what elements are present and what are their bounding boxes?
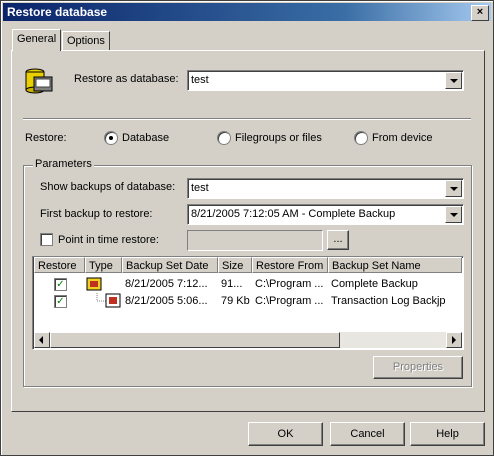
backup-date: 8/21/2005 7:12... <box>125 278 208 290</box>
help-button[interactable]: Help <box>410 422 485 446</box>
radio-from-device-label[interactable]: From device <box>372 132 433 144</box>
scroll-thumb[interactable] <box>50 332 340 348</box>
first-backup-label: First backup to restore: <box>40 208 153 220</box>
radio-filegroups[interactable] <box>217 131 231 145</box>
log-backup-icon <box>96 293 121 308</box>
tab-options-label: Options <box>67 35 105 47</box>
restore-as-label: Restore as database: <box>74 73 179 85</box>
point-in-time-label: Point in time restore: <box>58 234 159 246</box>
chevron-left-icon <box>39 336 43 344</box>
full-backup-icon <box>86 277 102 291</box>
horizontal-scrollbar[interactable] <box>34 332 462 348</box>
restore-from: C:\Program ... <box>255 295 324 307</box>
first-backup-value: 8/21/2005 7:12:05 AM - Complete Backup <box>191 208 396 220</box>
col-header-name[interactable]: Backup Set Name <box>328 257 462 273</box>
first-backup-combo[interactable]: 8/21/2005 7:12:05 AM - Complete Backup <box>187 204 464 225</box>
restore-checkbox[interactable]: ✓ <box>54 295 67 308</box>
chevron-down-icon[interactable] <box>445 180 462 197</box>
radio-database[interactable] <box>104 131 118 145</box>
backup-set-name: Complete Backup <box>331 278 418 290</box>
table-row[interactable]: ✓ 8/21/2005 7:12... 91... C:\Program ...… <box>34 276 462 292</box>
backups-table[interactable]: Restore Type Backup Set Date Size Restor… <box>32 256 464 350</box>
chevron-down-icon[interactable] <box>445 72 462 89</box>
window-title: Restore database <box>7 5 108 19</box>
show-backups-combo[interactable]: test <box>187 178 464 199</box>
col-header-from[interactable]: Restore From <box>252 257 328 273</box>
restore-database-dialog: Restore database × General Options Resto… <box>0 0 494 456</box>
col-header-restore[interactable]: Restore <box>34 257 85 273</box>
restore-from: C:\Program ... <box>255 278 324 290</box>
tab-options[interactable]: Options <box>62 31 110 51</box>
scroll-right-button[interactable] <box>446 332 462 348</box>
col-header-size[interactable]: Size <box>218 257 252 273</box>
tab-general[interactable]: General <box>12 29 62 51</box>
ok-button[interactable]: OK <box>248 422 323 446</box>
show-backups-value: test <box>191 182 209 194</box>
close-button[interactable]: × <box>471 5 489 21</box>
restore-as-combo[interactable]: test <box>187 70 464 91</box>
restore-checkbox[interactable]: ✓ <box>54 278 67 291</box>
chevron-down-icon[interactable] <box>445 206 462 223</box>
point-in-time-field <box>187 230 323 251</box>
parameters-label: Parameters <box>33 158 94 170</box>
backup-size: 91... <box>221 278 243 290</box>
show-backups-label: Show backups of database: <box>40 181 176 193</box>
browse-button[interactable]: ... <box>327 230 349 250</box>
restore-as-value: test <box>191 74 209 86</box>
point-in-time-checkbox[interactable] <box>40 233 53 246</box>
table-row[interactable]: ✓ 8/21/2005 5:06... 79 Kb C:\Program ...… <box>34 293 462 309</box>
database-restore-icon <box>25 68 53 94</box>
radio-filegroups-label[interactable]: Filegroups or files <box>235 132 322 144</box>
tab-general-label: General <box>17 33 57 45</box>
cancel-button[interactable]: Cancel <box>330 422 405 446</box>
col-header-type[interactable]: Type <box>85 257 122 273</box>
col-header-date[interactable]: Backup Set Date <box>122 257 218 273</box>
chevron-right-icon <box>452 336 456 344</box>
title-bar[interactable]: Restore database × <box>3 3 491 21</box>
divider <box>23 118 471 120</box>
radio-database-label[interactable]: Database <box>122 132 169 144</box>
scroll-left-button[interactable] <box>34 332 50 348</box>
radio-from-device[interactable] <box>354 131 368 145</box>
backup-size: 79 Kb <box>221 295 250 307</box>
backup-set-name: Transaction Log Backjp <box>331 295 446 307</box>
restore-label: Restore: <box>25 132 67 144</box>
backup-date: 8/21/2005 5:06... <box>125 295 208 307</box>
properties-button[interactable]: Properties <box>373 356 463 379</box>
